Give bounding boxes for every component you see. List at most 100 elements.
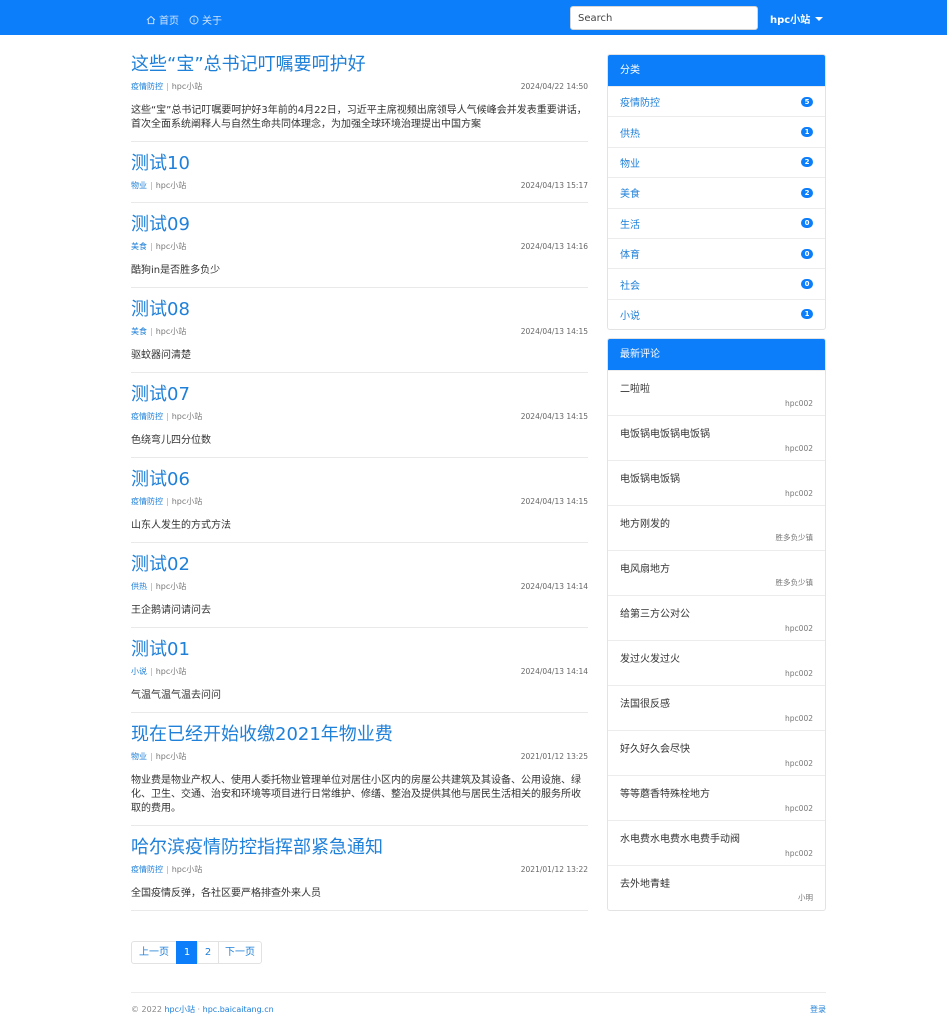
pagination-page-1[interactable]: 1	[176, 941, 198, 964]
comment-item[interactable]: 电风扇地方 胜多负少镇	[608, 550, 825, 595]
post-title-link[interactable]: 现在已经开始收缴2021年物业费	[131, 720, 588, 750]
login-link[interactable]: 登录	[810, 1004, 826, 1015]
post-meta: 供热 | hpc小站	[131, 580, 588, 594]
nav-about-label: 关于	[202, 16, 222, 27]
post-category-link[interactable]: 供热	[131, 582, 147, 591]
pagination-next-button[interactable]: 下一页	[218, 941, 262, 964]
comment-text: 水电费水电费水电费手动阀	[620, 834, 740, 845]
post-title-link[interactable]: 测试02	[131, 550, 588, 580]
post-date: 2024/04/13 14:15	[520, 412, 588, 421]
post-category-link[interactable]: 疫情防控	[131, 865, 163, 874]
post-item: 测试07 疫情防控 | hpc小站 2024/04/13 14:15 色绕弯儿四分位数	[131, 380, 588, 458]
category-item[interactable]: 物业 2	[608, 146, 825, 177]
post-date: 2024/04/22 14:50	[520, 82, 588, 91]
category-list: 疫情防控 5 供热 1 物业 2 美食 2 生活 0 体育 0 社会 0 小说 1	[608, 86, 825, 329]
post-author: hpc小站	[155, 667, 187, 676]
footer-divider	[131, 992, 826, 993]
comment-author: hpc002	[785, 759, 813, 768]
category-item[interactable]: 供热 1	[608, 116, 825, 146]
post-title-link[interactable]: 测试06	[131, 465, 588, 495]
post-category-link[interactable]: 美食	[131, 242, 147, 251]
comment-author: hpc002	[785, 849, 813, 858]
post-title-link[interactable]: 测试07	[131, 380, 588, 410]
comment-item[interactable]: 好久好久会尽快 hpc002	[608, 730, 825, 775]
post-category-link[interactable]: 疫情防控	[131, 497, 163, 506]
category-count-badge: 2	[801, 157, 813, 168]
post-author: hpc小站	[171, 865, 203, 874]
category-name: 物业	[620, 158, 640, 170]
post-category-link[interactable]: 疫情防控	[131, 82, 163, 91]
post-excerpt: 物业费是物业产权人、使用人委托物业管理单位对居住小区内的房屋公共建筑及其设备、公…	[131, 775, 581, 814]
comment-item[interactable]: 地方刚发的 胜多负少镇	[608, 505, 825, 550]
post-date: 2024/04/13 14:14	[520, 582, 588, 591]
comment-item[interactable]: 电饭锅电饭锅 hpc002	[608, 460, 825, 505]
post-author: hpc小站	[155, 752, 187, 761]
category-item[interactable]: 生活 0	[608, 207, 825, 238]
post-title-link[interactable]: 哈尔滨疫情防控指挥部紧急通知	[131, 833, 588, 863]
comment-text: 二啦啦	[620, 384, 650, 395]
nav-about-link[interactable]: 关于	[189, 12, 222, 27]
post-item: 测试06 疫情防控 | hpc小站 2024/04/13 14:15 山东人发生的方式方法	[131, 465, 588, 543]
post-excerpt: 山东人发生的方式方法	[131, 520, 231, 531]
post-category-link[interactable]: 疫情防控	[131, 412, 163, 421]
post-meta: 物业 | hpc小站	[131, 750, 588, 764]
post-title-link[interactable]: 测试08	[131, 295, 588, 325]
nav-home-label: 首页	[159, 16, 179, 27]
category-item[interactable]: 美食 2	[608, 177, 825, 207]
comment-author: hpc002	[785, 714, 813, 723]
post-excerpt: 色绕弯儿四分位数	[131, 435, 211, 446]
search-input[interactable]	[570, 6, 758, 30]
post-title-link[interactable]: 测试01	[131, 635, 588, 665]
comment-item[interactable]: 水电费水电费水电费手动阀 hpc002	[608, 820, 825, 865]
meta-separator: |	[150, 181, 153, 190]
post-meta: 疫情防控 | hpc小站	[131, 80, 588, 94]
category-item[interactable]: 疫情防控 5	[608, 86, 825, 116]
comment-item[interactable]: 等等蘑香特殊栓地方 hpc002	[608, 775, 825, 820]
comment-item[interactable]: 给第三方公对公 hpc002	[608, 595, 825, 640]
post-category-link[interactable]: 物业	[131, 752, 147, 761]
nav-home-link[interactable]: 首页	[146, 12, 179, 27]
post-item: 测试01 小说 | hpc小站 2024/04/13 14:14 气温气温气温去问问	[131, 635, 588, 713]
comment-author: hpc002	[785, 399, 813, 408]
pagination-page-2[interactable]: 2	[197, 941, 219, 964]
post-date: 2024/04/13 14:15	[520, 327, 588, 336]
category-name: 体育	[620, 250, 640, 262]
comment-author: hpc002	[785, 624, 813, 633]
post-title-link[interactable]: 测试09	[131, 210, 588, 240]
post-author: hpc小站	[155, 582, 187, 591]
info-icon	[189, 15, 199, 24]
comment-text: 发过火发过火	[620, 654, 680, 665]
category-count-badge: 1	[801, 309, 813, 320]
category-item[interactable]: 小说 1	[608, 298, 825, 329]
comment-item[interactable]: 去外地青蛙 小明	[608, 865, 825, 910]
category-item[interactable]: 体育 0	[608, 237, 825, 268]
pagination-prev-button[interactable]: 上一页	[131, 941, 177, 964]
post-category-link[interactable]: 小说	[131, 667, 147, 676]
post-date: 2024/04/13 14:15	[520, 497, 588, 506]
post-title-link[interactable]: 测试10	[131, 149, 588, 179]
user-menu-dropdown[interactable]: hpc小站	[770, 11, 824, 26]
comment-author: hpc002	[785, 669, 813, 678]
post-category-link[interactable]: 物业	[131, 181, 147, 190]
post-author: hpc小站	[171, 82, 203, 91]
post-author: hpc小站	[155, 327, 187, 336]
comment-item[interactable]: 电饭锅电饭锅电饭锅 hpc002	[608, 415, 825, 460]
category-name: 美食	[620, 189, 640, 201]
copyright-text: © 2022	[131, 1005, 162, 1014]
pagination: 上一页 1 2 下一页	[131, 941, 262, 964]
comment-item[interactable]: 法国很反感 hpc002	[608, 685, 825, 730]
comment-text: 电风扇地方	[620, 564, 670, 575]
post-category-link[interactable]: 美食	[131, 327, 147, 336]
categories-panel-title: 分类	[608, 55, 825, 86]
category-count-badge: 0	[801, 279, 813, 290]
post-author: hpc小站	[171, 497, 203, 506]
post-date: 2024/04/13 15:17	[520, 181, 588, 190]
footer-domain-link[interactable]: hpc.baicaitang.cn	[203, 1005, 274, 1014]
comment-item[interactable]: 发过火发过火 hpc002	[608, 640, 825, 685]
post-title-link[interactable]: 这些“宝”总书记叮嘱要呵护好	[131, 50, 588, 80]
category-item[interactable]: 社会 0	[608, 268, 825, 298]
footer-site-link[interactable]: hpc小站	[164, 1005, 195, 1014]
comment-item[interactable]: 二啦啦 hpc002	[608, 370, 825, 415]
post-meta: 美食 | hpc小站	[131, 240, 588, 254]
comment-author: 胜多负少镇	[775, 533, 814, 542]
